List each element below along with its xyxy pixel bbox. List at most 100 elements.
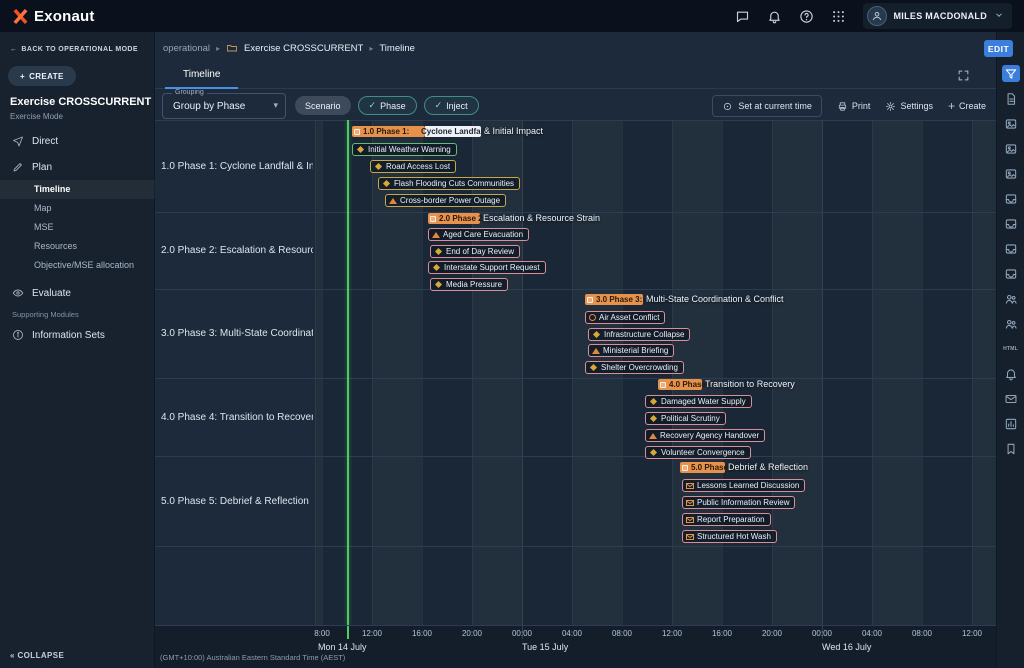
rail-bookmark-icon[interactable]: [1002, 440, 1020, 457]
breadcrumb-root[interactable]: operational: [163, 43, 210, 54]
inject-chip[interactable]: Shelter Overcrowding: [585, 361, 684, 374]
inject-chip[interactable]: Infrastructure Collapse: [588, 328, 690, 341]
filter-chip-phase[interactable]: ✓Phase: [358, 96, 417, 115]
sidebar-item-direct[interactable]: Direct: [0, 130, 155, 152]
tab-timeline[interactable]: Timeline: [165, 62, 238, 89]
inject-chip[interactable]: Recovery Agency Handover: [645, 429, 765, 442]
fullscreen-icon[interactable]: [957, 69, 970, 87]
app-window: Exonaut MILES MACDONALD ←BACK TO OPERATI…: [0, 0, 1024, 668]
inject-chip[interactable]: End of Day Review: [430, 245, 520, 258]
inject-label: Recovery Agency Handover: [660, 431, 759, 440]
help-icon[interactable]: [799, 9, 814, 24]
phase-row-label: 3.0 Phase 3: Multi-State Coordination...: [155, 289, 313, 378]
user-menu[interactable]: MILES MACDONALD: [863, 3, 1013, 29]
diamond-icon: [650, 415, 657, 422]
inject-chip[interactable]: Public Information Review: [682, 496, 795, 509]
settings-button[interactable]: Settings: [885, 101, 933, 112]
sidebar-item-resources[interactable]: Resources: [0, 237, 155, 256]
supporting-modules-label: Supporting Modules: [12, 310, 79, 319]
inject-chip[interactable]: Volunteer Convergence: [645, 446, 751, 459]
rail-tray-icon[interactable]: [1002, 265, 1020, 282]
rail-bell-icon[interactable]: [1002, 365, 1020, 382]
rail-image-icon[interactable]: [1002, 140, 1020, 157]
axis-tick-label: 08:00: [907, 629, 937, 638]
inject-label: Initial Weather Warning: [368, 145, 451, 154]
create-button[interactable]: +CREATE: [8, 66, 76, 86]
timeline-canvas[interactable]: 1.0 Phase 1:Cyclone Landfall& Initial Im…: [315, 120, 996, 625]
create-inject-button[interactable]: + Create: [948, 101, 986, 111]
chat-icon[interactable]: [735, 9, 750, 24]
inject-label: Road Access Lost: [386, 162, 450, 171]
rail-chart-icon[interactable]: [1002, 415, 1020, 432]
sidebar-item-evaluate[interactable]: Evaluate: [0, 282, 155, 304]
sidebar-item-plan[interactable]: Plan: [0, 156, 155, 178]
eye-icon: [12, 287, 24, 299]
collapse-sidebar-button[interactable]: « COLLAPSE: [10, 651, 64, 660]
rail-html-icon[interactable]: HTML: [1002, 340, 1020, 357]
rail-file-icon[interactable]: [1002, 90, 1020, 107]
phase-bar[interactable]: 4.0 Phase 4:: [658, 379, 702, 390]
envelope-icon: [686, 483, 694, 489]
axis-tick-label: 20:00: [757, 629, 787, 638]
main-panel: operational ▸ Exercise CROSSCURRENT ▸ Ti…: [155, 32, 996, 668]
inject-chip[interactable]: Flash Flooding Cuts Communities: [378, 177, 520, 190]
rail-mail-icon[interactable]: [1002, 390, 1020, 407]
phase-bar[interactable]: 3.0 Phase 3:: [585, 294, 643, 305]
phase-bar-highlight: Cyclone Landfall: [425, 126, 481, 137]
sidebar-item-objective-mse-allocation[interactable]: Objective/MSE allocation: [0, 256, 155, 275]
filter-chip-scenario[interactable]: Scenario: [295, 96, 351, 115]
inject-label: End of Day Review: [446, 247, 514, 256]
phase-bar[interactable]: 5.0 Phase 5:: [680, 462, 725, 473]
rail-tray-icon[interactable]: [1002, 215, 1020, 232]
grouping-select[interactable]: Grouping Group by Phase ▾: [162, 93, 286, 119]
inject-chip[interactable]: Damaged Water Supply: [645, 395, 752, 408]
phase-bar[interactable]: 1.0 Phase 1:: [352, 126, 425, 137]
inject-chip[interactable]: Cross-border Power Outage: [385, 194, 506, 207]
back-to-operational-mode-link[interactable]: ←BACK TO OPERATIONAL MODE: [10, 46, 138, 53]
sidebar-item-information-sets[interactable]: Information Sets: [0, 324, 155, 346]
rail-tray-icon[interactable]: [1002, 240, 1020, 257]
inject-chip[interactable]: Aged Care Evacuation: [428, 228, 529, 241]
inject-chip[interactable]: Structured Hot Wash: [682, 530, 777, 543]
inject-chip[interactable]: Interstate Support Request: [428, 261, 546, 274]
breadcrumb-exercise[interactable]: Exercise CROSSCURRENT: [244, 43, 363, 54]
inject-chip[interactable]: Lessons Learned Discussion: [682, 479, 805, 492]
diamond-icon: [590, 364, 597, 371]
filter-chip-inject[interactable]: ✓Inject: [424, 96, 479, 115]
notifications-bell-icon[interactable]: [767, 9, 782, 24]
inject-chip[interactable]: Air Asset Conflict: [585, 311, 665, 324]
phase-label-after: Escalation & Resource Strain: [483, 213, 600, 224]
exercise-name: Exercise CROSSCURRENT: [10, 96, 151, 108]
phase-box-icon: [682, 465, 688, 471]
inject-chip[interactable]: Media Pressure: [430, 278, 508, 291]
inject-chip[interactable]: Report Preparation: [682, 513, 771, 526]
diamond-icon: [383, 180, 390, 187]
breadcrumb-separator: ▸: [216, 44, 220, 53]
inject-chip[interactable]: Road Access Lost: [370, 160, 456, 173]
phase-label-after: Transition to Recovery: [705, 379, 795, 390]
set-current-time-button[interactable]: Set at current time: [712, 95, 822, 117]
rail-tray-icon[interactable]: [1002, 190, 1020, 207]
sidebar-item-mse[interactable]: MSE: [0, 218, 155, 237]
print-button[interactable]: Print: [837, 101, 871, 112]
clock-icon: [589, 314, 596, 321]
rail-filter-icon[interactable]: [1002, 65, 1020, 82]
warning-icon: [432, 232, 440, 238]
inject-chip[interactable]: Initial Weather Warning: [352, 143, 457, 156]
rail-image-icon[interactable]: [1002, 115, 1020, 132]
phase-row-label: 5.0 Phase 5: Debrief & Reflection: [155, 456, 313, 546]
rail-users-icon[interactable]: [1002, 290, 1020, 307]
rail-users-icon[interactable]: [1002, 315, 1020, 332]
sidebar-item-map[interactable]: Map: [0, 199, 155, 218]
rail-image-icon[interactable]: [1002, 165, 1020, 182]
phase-label-after: Debrief & Reflection: [728, 462, 808, 473]
apps-grid-icon[interactable]: [831, 9, 846, 24]
current-time-line: [347, 120, 349, 625]
phase-bar[interactable]: 2.0 Phase 2:: [428, 213, 480, 224]
sidebar-item-timeline[interactable]: Timeline: [0, 180, 155, 199]
chip-label: Inject: [446, 101, 468, 111]
edit-button[interactable]: EDIT: [984, 40, 1013, 57]
inject-chip[interactable]: Ministerial Briefing: [588, 344, 674, 357]
inject-chip[interactable]: Political Scrutiny: [645, 412, 726, 425]
envelope-icon: [686, 517, 694, 523]
